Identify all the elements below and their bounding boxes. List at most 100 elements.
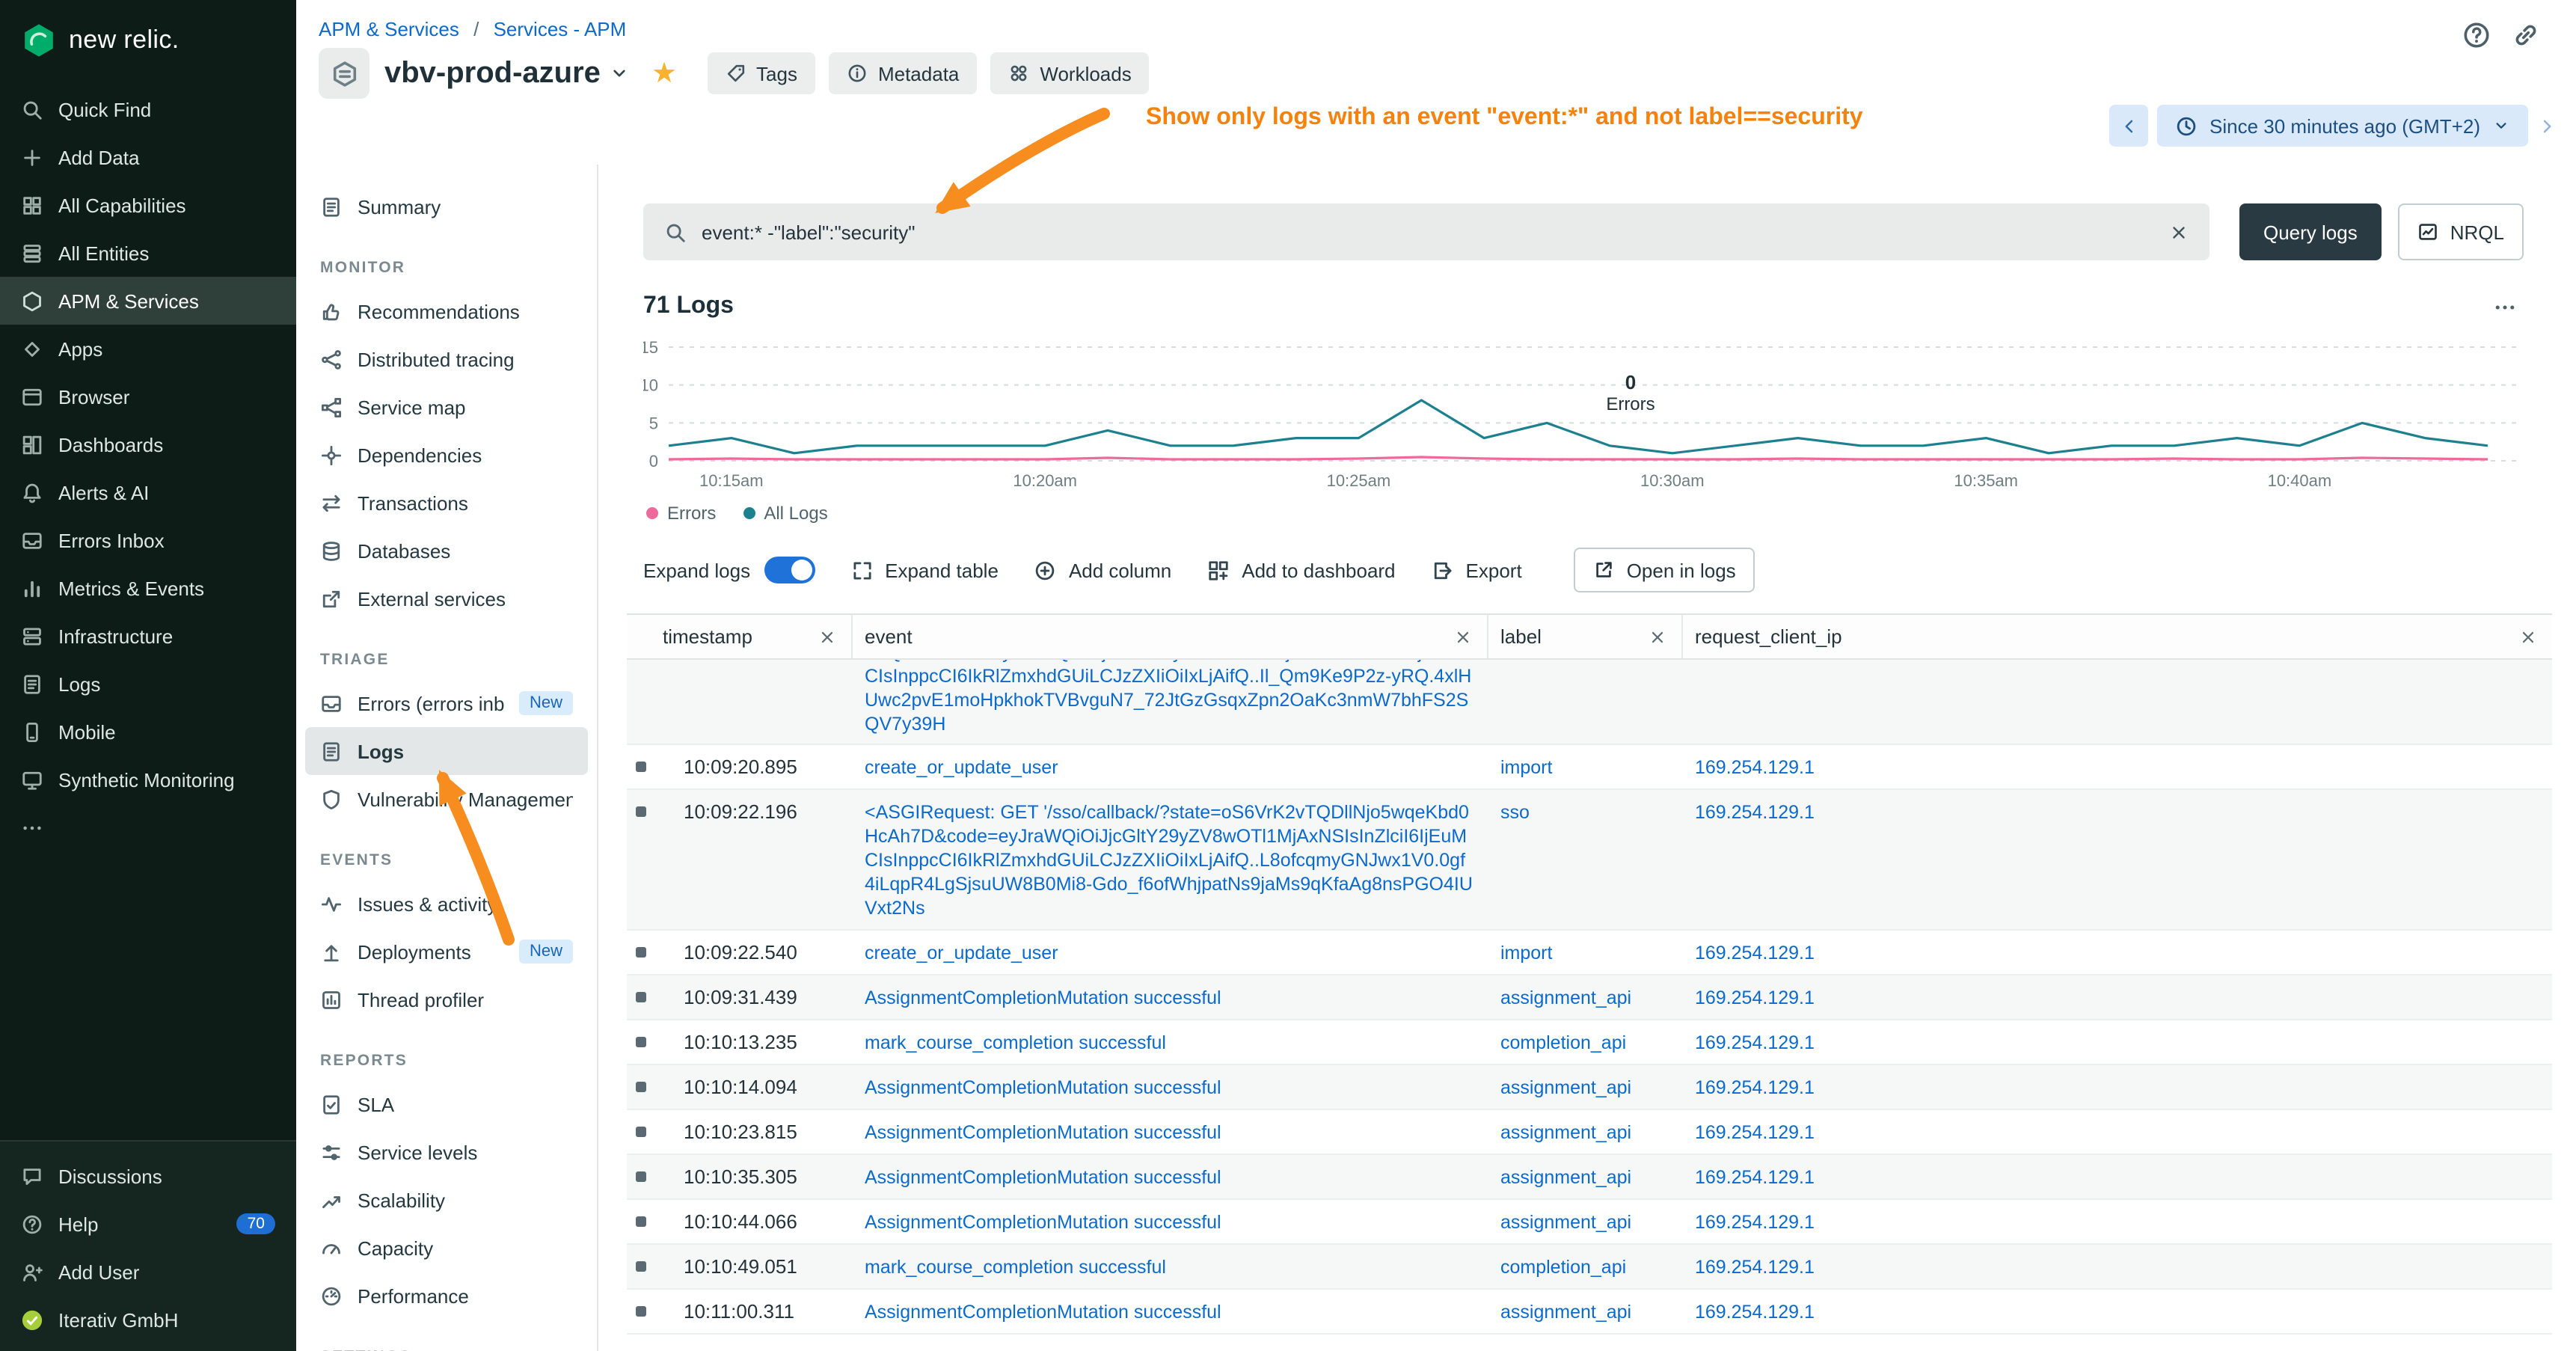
newrelic-logo[interactable]: new relic. [0, 0, 296, 76]
sidebar-item[interactable]: Errors Inbox [0, 516, 296, 564]
remove-column-icon[interactable] [2519, 628, 2537, 646]
expand-table-button[interactable]: Expand table [850, 559, 999, 581]
remove-column-icon[interactable] [1649, 628, 1666, 646]
open-in-logs-button[interactable]: Open in logs [1574, 548, 1755, 592]
row-expand-handle[interactable] [636, 1037, 646, 1047]
ip-link[interactable]: 169.254.129.1 [1695, 755, 1815, 779]
time-forward-button[interactable] [2537, 105, 2558, 147]
label-link[interactable]: assignment_api [1500, 1120, 1631, 1144]
expand-logs-toggle[interactable] [764, 557, 815, 583]
column-header[interactable]: event [853, 615, 1488, 658]
ip-link[interactable]: 169.254.129.1 [1695, 1030, 1815, 1054]
label-link[interactable]: assignment_api [1500, 1165, 1631, 1189]
row-expand-handle[interactable] [636, 1082, 646, 1092]
table-row[interactable]: 10:09:20.895 create_or_update_user impor… [627, 745, 2552, 790]
subnav-item[interactable]: Vulnerability Management [305, 775, 588, 823]
table-row[interactable]: JUQVU&code=eyJraWQiOiJjcGltY29yZV8wOTl1M… [627, 660, 2552, 745]
sidebar-item[interactable]: Dashboards [0, 420, 296, 468]
table-row[interactable]: 10:11:00.311 AssignmentCompletionMutatio… [627, 1290, 2552, 1335]
event-link[interactable]: AssignmentCompletionMutation successful [865, 985, 1221, 1009]
subnav-item[interactable]: Errors (errors inb... New [305, 679, 588, 727]
subnav-item[interactable]: Capacity [305, 1224, 588, 1272]
sidebar-item[interactable]: Quick Find [0, 85, 296, 133]
sidebar-item[interactable]: Apps [0, 325, 296, 373]
sidebar-item[interactable]: Alerts & AI [0, 468, 296, 516]
event-link[interactable]: <ASGIRequest: GET '/sso/callback/?state=… [865, 800, 1473, 919]
table-row[interactable]: 10:09:22.196 <ASGIRequest: GET '/sso/cal… [627, 790, 2552, 931]
subnav-item[interactable]: Distributed tracing [305, 335, 588, 383]
label-link[interactable]: assignment_api [1500, 1299, 1631, 1323]
favorite-star-icon[interactable]: ★ [651, 56, 677, 91]
event-link[interactable]: mark_course_completion successful [865, 1030, 1166, 1054]
sidebar-item[interactable]: Synthetic Monitoring [0, 756, 296, 803]
event-link[interactable]: create_or_update_user [865, 755, 1058, 779]
table-row[interactable]: 10:10:35.305 AssignmentCompletionMutatio… [627, 1155, 2552, 1200]
column-header[interactable]: timestamp [627, 615, 853, 658]
permalink-icon[interactable] [2512, 21, 2540, 49]
logs-search-input[interactable]: event:* -"label":"security" [643, 203, 2209, 260]
event-link[interactable]: AssignmentCompletionMutation successful [865, 1299, 1221, 1323]
sidebar-item[interactable]: APM & Services [0, 277, 296, 325]
table-row[interactable]: 10:09:31.439 AssignmentCompletionMutatio… [627, 975, 2552, 1020]
column-header[interactable]: request_client_ip [1683, 615, 2552, 658]
row-expand-handle[interactable] [636, 1306, 646, 1317]
sidebar-footer-item[interactable]: Add User [0, 1248, 296, 1296]
breadcrumb-apm-services[interactable]: APM & Services [319, 18, 459, 40]
entity-pill-button[interactable]: Workloads [990, 52, 1149, 94]
event-link[interactable]: AssignmentCompletionMutation successful [865, 1210, 1221, 1234]
sidebar-item[interactable]: All Capabilities [0, 181, 296, 229]
sidebar-item[interactable]: Metrics & Events [0, 564, 296, 612]
chart-options-icon[interactable] [2492, 294, 2518, 319]
ip-link[interactable]: 169.254.129.1 [1695, 1254, 1815, 1278]
add-column-button[interactable]: Add column [1034, 559, 1171, 581]
event-link[interactable]: JUQVU&code=eyJraWQiOiJjcGltY29yZV8wOTl1M… [865, 660, 1473, 736]
sidebar-item[interactable]: Mobile [0, 708, 296, 756]
table-row[interactable]: 10:10:23.815 AssignmentCompletionMutatio… [627, 1110, 2552, 1155]
sidebar-item[interactable]: Add Data [0, 133, 296, 181]
add-to-dashboard-button[interactable]: Add to dashboard [1207, 559, 1395, 581]
subnav-item[interactable]: Service levels [305, 1128, 588, 1176]
subnav-item[interactable]: Service map [305, 383, 588, 431]
label-link[interactable]: assignment_api [1500, 1210, 1631, 1234]
sidebar-item[interactable] [0, 803, 296, 851]
subnav-item[interactable]: Summary [305, 183, 588, 230]
sidebar-footer-item[interactable]: Iterativ GmbH [0, 1296, 296, 1344]
ip-link[interactable]: 169.254.129.1 [1695, 985, 1815, 1009]
subnav-item[interactable]: Deployments New [305, 928, 588, 975]
event-link[interactable]: AssignmentCompletionMutation successful [865, 1165, 1221, 1189]
label-link[interactable]: completion_api [1500, 1254, 1626, 1278]
sidebar-item[interactable]: Browser [0, 373, 296, 420]
export-button[interactable]: Export [1432, 559, 1522, 581]
subnav-item[interactable]: Recommendations [305, 287, 588, 335]
remove-column-icon[interactable] [818, 628, 836, 646]
help-circle-icon[interactable] [2462, 21, 2491, 49]
label-link[interactable]: completion_api [1500, 1030, 1626, 1054]
subnav-item[interactable]: Scalability [305, 1176, 588, 1224]
subnav-item[interactable]: Logs [305, 727, 588, 775]
entity-switcher-caret-icon[interactable] [610, 63, 631, 84]
ip-link[interactable]: 169.254.129.1 [1695, 940, 1815, 964]
row-expand-handle[interactable] [636, 1127, 646, 1137]
clear-search-icon[interactable] [2169, 222, 2189, 242]
subnav-item[interactable]: Dependencies [305, 431, 588, 479]
row-expand-handle[interactable] [636, 1261, 646, 1272]
table-row[interactable]: 10:10:44.066 AssignmentCompletionMutatio… [627, 1200, 2552, 1245]
ip-link[interactable]: 169.254.129.1 [1695, 1165, 1815, 1189]
sidebar-item[interactable]: Logs [0, 660, 296, 708]
ip-link[interactable]: 169.254.129.1 [1695, 800, 1815, 824]
sidebar-footer-item[interactable]: Help 70 [0, 1200, 296, 1248]
subnav-item[interactable]: Transactions [305, 479, 588, 527]
subnav-item[interactable]: SLA [305, 1080, 588, 1128]
ip-link[interactable]: 169.254.129.1 [1695, 1210, 1815, 1234]
label-link[interactable]: sso [1500, 800, 1530, 824]
subnav-item[interactable]: Databases [305, 527, 588, 575]
subnav-item[interactable]: Performance [305, 1272, 588, 1320]
row-expand-handle[interactable] [636, 1171, 646, 1182]
subnav-item[interactable]: Thread profiler [305, 975, 588, 1023]
event-link[interactable]: AssignmentCompletionMutation successful [865, 1075, 1221, 1099]
table-row[interactable]: 10:10:14.094 AssignmentCompletionMutatio… [627, 1065, 2552, 1110]
label-link[interactable]: import [1500, 940, 1552, 964]
time-range-picker[interactable]: Since 30 minutes ago (GMT+2) [2157, 105, 2528, 147]
sidebar-footer-item[interactable]: Discussions [0, 1152, 296, 1200]
time-back-button[interactable] [2109, 105, 2148, 147]
